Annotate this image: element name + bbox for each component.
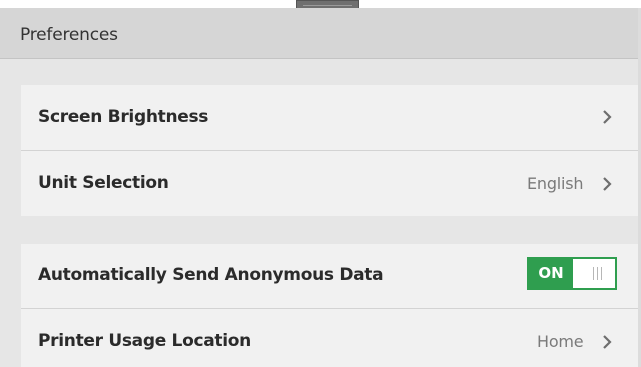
screen-brightness-row[interactable]: Screen Brightness [21,85,638,150]
printer-usage-location-label: Printer Usage Location [38,331,251,351]
settings-group-privacy: Automatically Send Anonymous Data ON Pri… [21,244,638,367]
unit-selection-row[interactable]: Unit Selection English [21,151,638,216]
printer-usage-location-row[interactable]: Printer Usage Location Home [21,309,638,367]
settings-group-display: Screen Brightness Unit Selection English [21,85,638,216]
printer-usage-location-value: Home [537,332,584,351]
page-title: Preferences [20,25,118,45]
chevron-right-icon [603,177,612,191]
anonymous-data-toggle[interactable]: ON [527,257,617,290]
screen-brightness-label: Screen Brightness [38,107,209,127]
preferences-header: Preferences [0,8,641,59]
chevron-right-icon [603,110,612,124]
anonymous-data-label: Automatically Send Anonymous Data [38,265,384,285]
chevron-right-icon [603,335,612,349]
anonymous-data-row: Automatically Send Anonymous Data ON [21,244,638,308]
unit-selection-value: English [527,174,584,193]
unit-selection-label: Unit Selection [38,173,169,193]
toggle-grip-icon [593,267,603,280]
toggle-on-label: ON [529,259,573,288]
